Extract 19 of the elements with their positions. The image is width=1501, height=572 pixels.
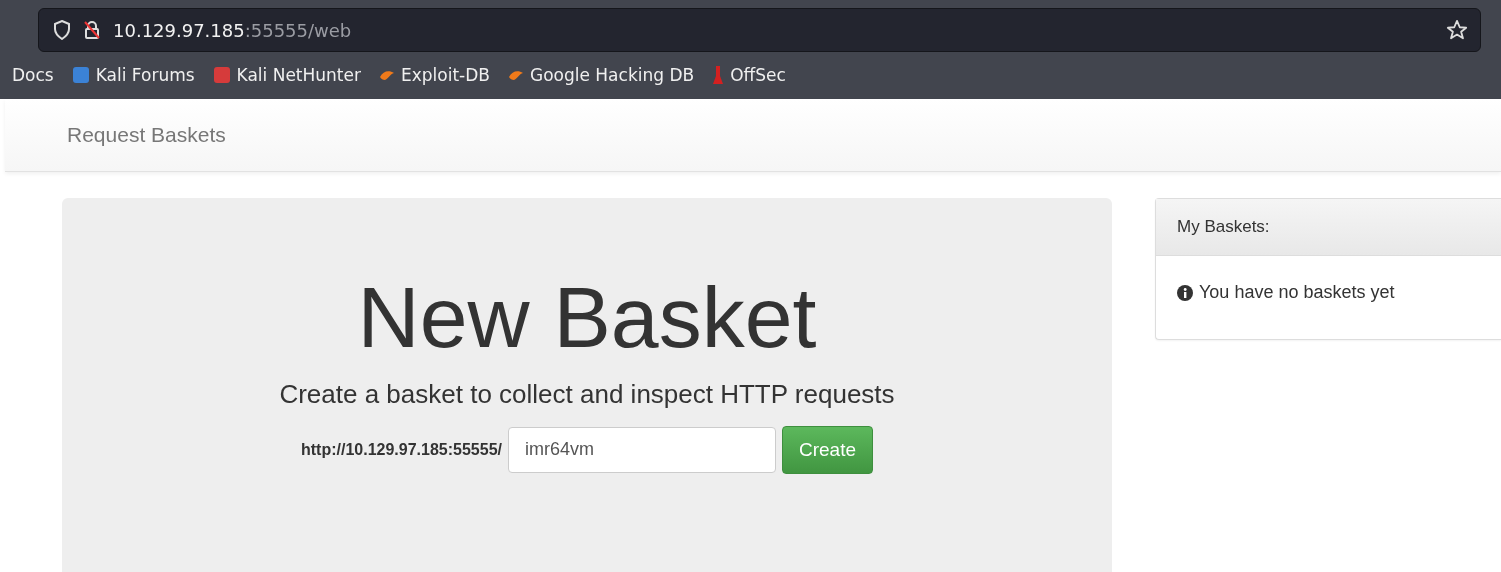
address-bar[interactable]: 10.129.97.185:55555/web [38,8,1481,52]
bookmark-link[interactable]: Exploit-DB [379,65,490,85]
star-icon[interactable] [1446,19,1468,41]
bookmark-link[interactable]: OffSec [712,65,786,85]
insecure-lock-icon[interactable] [83,20,101,40]
bookmark-link[interactable]: Kali NetHunter [212,65,361,85]
subtitle: Create a basket to collect and inspect HTTP requests [279,378,895,410]
bookmark-link[interactable]: Google Hacking DB [508,65,695,85]
url-text: 10.129.97.185:55555/web [113,19,353,41]
shield-icon[interactable] [53,20,71,40]
bookmark-link[interactable]: Kali Forums [71,65,195,85]
info-icon [1177,284,1193,301]
url-prefix: http://10.129.97.185:55555/ [300,440,502,459]
brand-link[interactable]: Request Baskets [67,123,226,147]
panel-title: My Baskets: [1177,217,1270,237]
page-title: New Basket [357,270,817,365]
bookmark-link[interactable]: Docs [12,65,54,85]
empty-message: You have no baskets yet [1199,282,1395,303]
basket-name-field[interactable]: imr64vm [508,426,776,473]
